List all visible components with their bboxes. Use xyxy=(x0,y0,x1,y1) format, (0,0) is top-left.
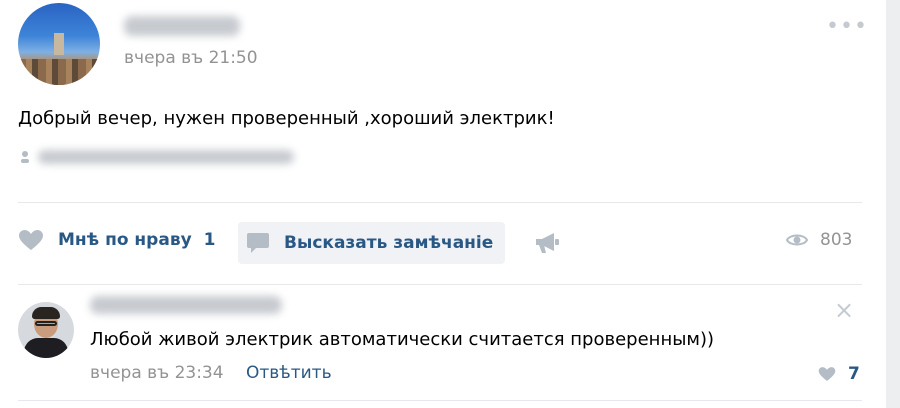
comment-label: Высказать замѣчаніе xyxy=(284,233,494,253)
like-count: 1 xyxy=(203,230,216,250)
avatar-roofs-shape xyxy=(18,59,100,85)
author-avatar[interactable] xyxy=(18,3,100,85)
heart-icon xyxy=(19,230,43,250)
comment-bubble-icon xyxy=(247,233,269,253)
comment-like-button[interactable]: 7 xyxy=(818,364,860,384)
comment-text: Любой живой электрик автоматически счита… xyxy=(90,329,715,350)
reply-link[interactable]: Отвѣтить xyxy=(246,363,332,383)
post-card: вчера въ 21:50 ••• Добрый вечер, нужен п… xyxy=(0,0,886,408)
post-divider xyxy=(18,202,862,203)
close-icon[interactable]: × xyxy=(834,298,854,322)
megaphone-share-icon[interactable] xyxy=(534,232,560,254)
commenter-avatar[interactable] xyxy=(18,302,74,358)
bottom-divider xyxy=(18,400,862,401)
location-redacted[interactable] xyxy=(38,150,294,164)
comment-date[interactable]: вчера въ 23:34 xyxy=(90,363,224,383)
comment-button[interactable]: Высказать замѣчаніе xyxy=(238,222,506,264)
post-date[interactable]: вчера въ 21:50 xyxy=(124,48,258,68)
commenter-name-redacted[interactable] xyxy=(90,296,282,314)
views-counter: 803 xyxy=(786,230,852,250)
geo-pin-icon xyxy=(20,150,30,167)
comment-likes-count: 7 xyxy=(848,364,860,384)
more-dots-icon[interactable]: ••• xyxy=(826,16,868,38)
avatar-hair-shape xyxy=(32,307,60,319)
small-heart-icon xyxy=(818,367,836,381)
avatar-body-shape xyxy=(24,338,68,358)
avatar-tower-shape xyxy=(54,33,64,55)
post-text: Добрый вечер, нужен проверенный ,хороший… xyxy=(18,108,555,129)
like-label: Мнѣ по нраву xyxy=(58,230,192,250)
views-count: 803 xyxy=(820,230,853,250)
avatar-glasses-shape xyxy=(35,321,57,326)
author-name-redacted[interactable] xyxy=(124,16,240,36)
like-button[interactable]: Мнѣ по нраву 1 xyxy=(18,229,216,251)
comments-divider xyxy=(18,284,862,285)
eye-icon xyxy=(786,234,808,246)
